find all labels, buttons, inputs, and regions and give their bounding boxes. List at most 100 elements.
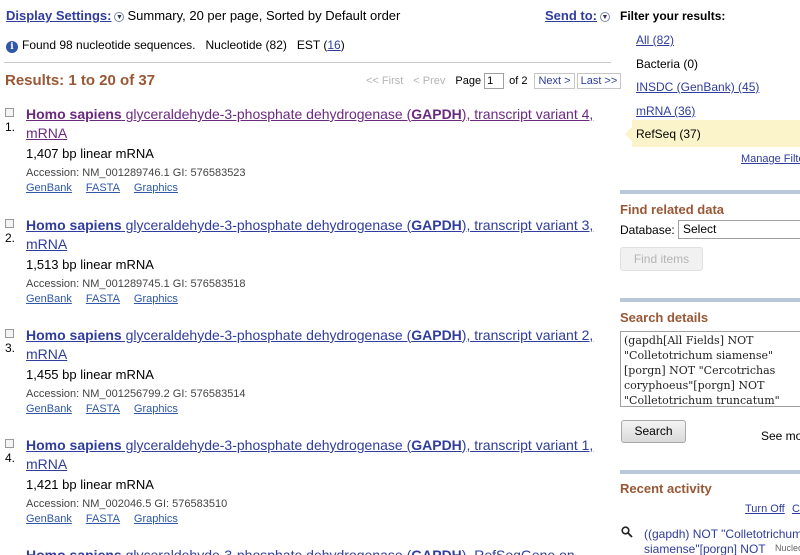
result-organism: Homo sapiens bbox=[26, 217, 122, 233]
result-accession: Accession: NM_001289745.1 GI: 576583518 bbox=[26, 278, 246, 290]
result-title-link[interactable]: Homo sapiens glyceraldehyde-3-phosphate … bbox=[26, 547, 575, 555]
prev-page-link: < Prev bbox=[413, 75, 446, 87]
search-details-title: Search details bbox=[620, 310, 709, 325]
found-text: Found 98 nucleotide sequences. bbox=[22, 38, 196, 52]
section-divider bbox=[620, 190, 800, 194]
genbank-link[interactable]: GenBank bbox=[26, 293, 72, 305]
result-accession: Accession: NM_001256799.2 GI: 576583514 bbox=[26, 388, 246, 400]
result-title-text: glyceraldehyde-3-phosphate dehydrogenase… bbox=[121, 327, 412, 343]
graphics-link[interactable]: Graphics bbox=[134, 513, 178, 525]
result-title-link[interactable]: Homo sapiens glyceraldehyde-3-phosphate … bbox=[26, 327, 593, 362]
est-label: EST ( bbox=[296, 38, 328, 52]
find-related-title: Find related data bbox=[620, 202, 725, 217]
fasta-link[interactable]: FASTA bbox=[86, 513, 120, 525]
filter-title: Filter your results: bbox=[620, 9, 726, 23]
find-items-button: Find items bbox=[620, 247, 703, 271]
fasta-link[interactable]: FASTA bbox=[86, 182, 120, 194]
result-accession: Accession: NM_001289746.1 GI: 576583523 bbox=[26, 167, 246, 179]
chevron-down-icon[interactable]: ▼ bbox=[114, 12, 125, 22]
result-item: Homo sapiens glyceraldehyde-3-phosphate … bbox=[0, 546, 612, 555]
result-title-link[interactable]: Homo sapiens glyceraldehyde-3-phosphate … bbox=[26, 106, 593, 141]
est-count-link[interactable]: 16 bbox=[327, 38, 340, 52]
manage-filters-link[interactable]: Manage Filters bbox=[741, 153, 800, 165]
section-divider bbox=[620, 470, 800, 474]
recent-activity-line1: ((gapdh) NOT "Colletotrichum bbox=[644, 527, 800, 541]
result-number: 3. bbox=[5, 341, 16, 355]
result-number: 2. bbox=[5, 231, 16, 245]
pager: << First < Prev Page of 2 Next > Last >> bbox=[366, 73, 622, 89]
result-item: 4. Homo sapiens glyceraldehyde-3-phospha… bbox=[0, 436, 612, 541]
result-organism: Homo sapiens bbox=[26, 437, 122, 453]
graphics-link[interactable]: Graphics bbox=[134, 182, 178, 194]
result-title-link[interactable]: Homo sapiens glyceraldehyde-3-phosphate … bbox=[26, 437, 593, 472]
genbank-link[interactable]: GenBank bbox=[26, 403, 72, 415]
result-checkbox[interactable] bbox=[5, 439, 14, 448]
recent-activity-title: Recent activity bbox=[620, 481, 712, 496]
divider bbox=[4, 62, 611, 63]
display-settings[interactable]: Display Settings: ▼ Summary, 20 per page, … bbox=[6, 8, 400, 23]
chevron-down-icon[interactable]: ▼ bbox=[600, 12, 610, 22]
result-number: 1. bbox=[5, 120, 16, 134]
result-organism: Homo sapiens bbox=[26, 327, 122, 343]
last-page-button[interactable]: Last >> bbox=[576, 73, 622, 89]
filter-all-link[interactable]: All (82) bbox=[636, 33, 674, 47]
filter-mrna-link[interactable]: mRNA (36) bbox=[636, 104, 695, 118]
first-page-link: << First bbox=[366, 75, 404, 87]
filter-bacteria: Bacteria (0) bbox=[636, 57, 699, 71]
result-number: 4. bbox=[5, 451, 16, 465]
result-checkbox[interactable] bbox=[5, 219, 14, 228]
results-title: Results: 1 to 20 of 37 bbox=[5, 72, 156, 89]
result-title-text: glyceraldehyde-3-phosphate dehydrogenase… bbox=[121, 547, 412, 555]
result-item: 1. Homo sapiens glyceraldehyde-3-phospha… bbox=[0, 105, 612, 210]
graphics-link[interactable]: Graphics bbox=[134, 293, 178, 305]
result-title-text: glyceraldehyde-3-phosphate dehydrogenase… bbox=[121, 106, 412, 122]
result-accession: Accession: NM_002046.5 GI: 576583510 bbox=[26, 498, 228, 510]
result-title-link[interactable]: Homo sapiens glyceraldehyde-3-phosphate … bbox=[26, 217, 593, 252]
filter-all: All (82) bbox=[636, 33, 674, 47]
result-checkbox[interactable] bbox=[5, 329, 14, 338]
info-icon: i bbox=[6, 41, 18, 53]
send-to-label[interactable]: Send to: bbox=[545, 8, 597, 23]
result-description: 1,421 bp linear mRNA bbox=[26, 477, 154, 492]
turn-off-link[interactable]: Turn Off bbox=[745, 503, 785, 515]
result-gene: GAPDH bbox=[411, 106, 462, 122]
send-to-menu[interactable]: Send to: ▼ bbox=[545, 8, 613, 23]
fasta-link[interactable]: FASTA bbox=[86, 403, 120, 415]
est-close: ) bbox=[340, 38, 345, 52]
result-gene: GAPDH bbox=[411, 547, 462, 555]
graphics-link[interactable]: Graphics bbox=[134, 403, 178, 415]
section-divider bbox=[620, 298, 800, 302]
found-summary: i Found 98 nucleotide sequences. Nucleoti… bbox=[6, 38, 345, 53]
search-details-textarea[interactable]: (gapdh[All Fields] NOT "Colletotrichum s… bbox=[620, 331, 800, 407]
result-item: 3. Homo sapiens glyceraldehyde-3-phospha… bbox=[0, 326, 612, 431]
search-icon bbox=[621, 526, 633, 538]
result-organism: Homo sapiens bbox=[26, 547, 122, 555]
filter-insdc-link[interactable]: INSDC (GenBank) (45) bbox=[636, 80, 759, 94]
page-input[interactable] bbox=[484, 73, 505, 89]
page-label: Page bbox=[455, 75, 482, 87]
result-title-suffix: ), RefSeqGene on bbox=[461, 547, 575, 555]
display-settings-value: Summary, 20 per page, Sorted by Default … bbox=[127, 8, 401, 23]
result-item: 2. Homo sapiens glyceraldehyde-3-phospha… bbox=[0, 216, 612, 321]
recent-activity-db: Nucleotide bbox=[775, 543, 800, 553]
result-checkbox[interactable] bbox=[5, 108, 14, 117]
filter-mrna: mRNA (36) bbox=[636, 104, 695, 118]
genbank-link[interactable]: GenBank bbox=[26, 513, 72, 525]
see-more-link[interactable]: See more... bbox=[761, 429, 800, 443]
result-gene: GAPDH bbox=[411, 327, 462, 343]
clear-link[interactable]: Clear bbox=[792, 503, 800, 515]
filter-refseq[interactable]: RefSeq (37) bbox=[636, 127, 701, 141]
result-description: 1,513 bp linear mRNA bbox=[26, 257, 154, 272]
result-gene: GAPDH bbox=[411, 217, 462, 233]
search-button[interactable]: Search bbox=[621, 420, 686, 443]
result-organism: Homo sapiens bbox=[26, 106, 122, 122]
nucleotide-count: Nucleotide (82) bbox=[205, 38, 287, 52]
next-page-button[interactable]: Next > bbox=[534, 73, 575, 89]
filter-insdc: INSDC (GenBank) (45) bbox=[636, 80, 759, 94]
fasta-link[interactable]: FASTA bbox=[86, 293, 120, 305]
result-description: 1,455 bp linear mRNA bbox=[26, 367, 154, 382]
genbank-link[interactable]: GenBank bbox=[26, 182, 72, 194]
database-select[interactable]: Select bbox=[678, 220, 800, 239]
display-settings-label[interactable]: Display Settings: bbox=[6, 8, 111, 23]
database-label: Database: bbox=[620, 223, 675, 237]
